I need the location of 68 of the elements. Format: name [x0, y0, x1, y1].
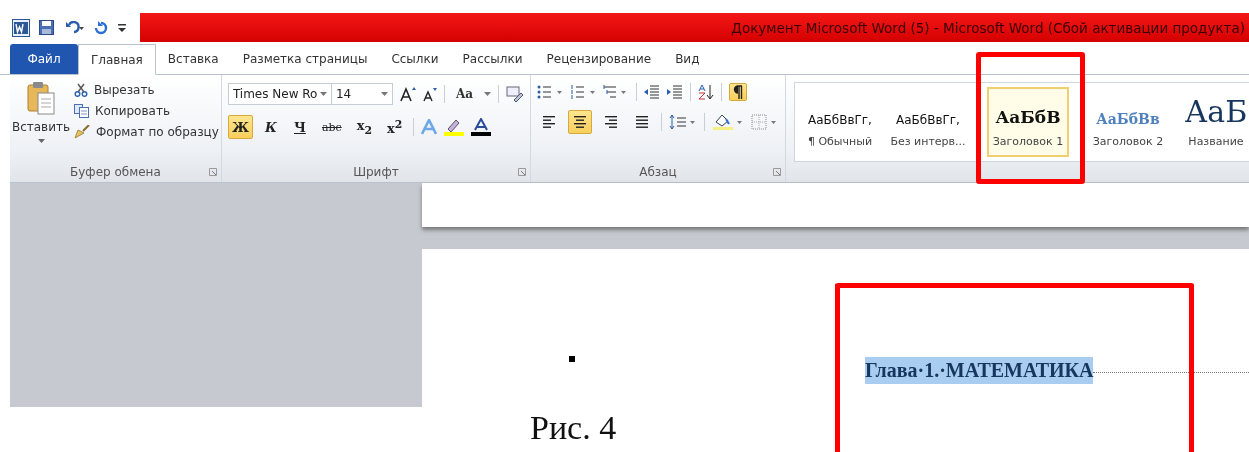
clipboard-action[interactable]: Вырезать — [72, 81, 221, 99]
shrink-font-icon[interactable] — [422, 86, 437, 102]
clipboard-icon — [27, 81, 55, 115]
format-button[interactable]: Ч — [288, 115, 311, 139]
redo-icon[interactable] — [94, 20, 108, 35]
clipboard-action[interactable]: Копировать — [72, 102, 221, 120]
style-item[interactable]: АаБбВ Заголовок 1 — [986, 87, 1069, 157]
highlighter-icon[interactable] — [444, 118, 465, 136]
grow-font-icon[interactable] — [399, 86, 416, 102]
ribbon-tab[interactable]: Вид — [663, 44, 712, 74]
format-button[interactable]: К — [259, 115, 282, 139]
font-name-field[interactable]: Times New Ro — [227, 83, 332, 105]
word-logo-icon[interactable] — [12, 18, 30, 37]
format-button[interactable]: Ж — [227, 115, 253, 139]
caret-icon — [37, 139, 45, 143]
sort-icon[interactable] — [697, 84, 714, 100]
file-tab[interactable]: Файл — [10, 44, 78, 74]
dialog-launcher-icon[interactable] — [208, 168, 217, 176]
save-icon[interactable] — [39, 20, 54, 35]
numbered-list-icon[interactable] — [569, 85, 596, 99]
ribbon-tab[interactable]: Вставка — [155, 44, 231, 74]
pilcrow-icon — [732, 85, 743, 99]
style-item[interactable]: АаБбВвГг, ¶ Обычный — [798, 87, 881, 157]
style-item[interactable]: АаБ Название — [1174, 87, 1249, 157]
ribbon-tab[interactable]: Разметка страницы — [230, 44, 380, 74]
format-button[interactable]: abc — [317, 115, 346, 139]
style-item[interactable]: АаБбВвГг, Без интерв... — [886, 87, 969, 157]
ribbon-tab[interactable]: Рецензирование — [534, 44, 664, 74]
increase-indent-icon[interactable] — [666, 85, 683, 99]
show-marks-button[interactable] — [728, 83, 747, 101]
group-label: Буфер обмена — [70, 165, 161, 179]
undo-icon[interactable] — [63, 20, 85, 35]
ribbon-tab[interactable]: Рассылки — [450, 44, 535, 74]
copy-icon — [74, 104, 89, 118]
shading-icon[interactable] — [711, 113, 744, 131]
clipboard-action[interactable]: Формат по образцу — [72, 123, 221, 141]
brush-icon — [74, 125, 90, 139]
group-label: Абзац — [639, 165, 677, 179]
alignment-icon — [633, 115, 650, 129]
clear-formatting-icon[interactable] — [505, 86, 524, 102]
font-color-icon[interactable] — [471, 118, 492, 136]
figure-caption: Рис. 4 — [530, 409, 617, 446]
bullet-list-icon[interactable] — [536, 85, 563, 99]
ribbon-tab[interactable]: Главная — [78, 44, 156, 75]
dropdown-arrow-icon — [483, 92, 491, 96]
alignment-icon — [602, 115, 619, 129]
decrease-indent-icon[interactable] — [643, 85, 660, 99]
format-button[interactable]: x$^{2}$ — [383, 115, 407, 139]
ribbon-tab[interactable]: Ссылки — [379, 44, 451, 74]
multilevel-list-icon[interactable] — [602, 85, 629, 99]
group-label: Шрифт — [353, 165, 399, 179]
style-item[interactable]: АаБбВв Заголовок 2 — [1086, 87, 1169, 157]
window-title: Документ Microsoft Word (5) - Microsoft Word (Сбой активации продукта) — [731, 19, 1245, 36]
customize-dropdown-icon[interactable] — [117, 21, 127, 34]
format-button[interactable]: x$_{2}$ — [352, 115, 376, 139]
dropdown-arrow-icon — [319, 92, 327, 96]
dialog-launcher-icon[interactable] — [517, 168, 526, 176]
dialog-launcher-icon[interactable] — [772, 168, 781, 176]
dropdown-arrow-icon — [380, 92, 388, 96]
alignment-icon — [540, 115, 557, 129]
change-case-button[interactable]: Aa — [451, 85, 477, 103]
font-size-field[interactable]: 14 — [330, 83, 393, 105]
square-bullet-icon — [569, 356, 575, 362]
alignment-icon — [571, 115, 588, 129]
scissors-icon — [74, 83, 88, 97]
line-spacing-icon[interactable] — [668, 114, 697, 130]
align-button[interactable] — [567, 110, 592, 134]
paste-button[interactable]: Вставить — [10, 81, 72, 162]
